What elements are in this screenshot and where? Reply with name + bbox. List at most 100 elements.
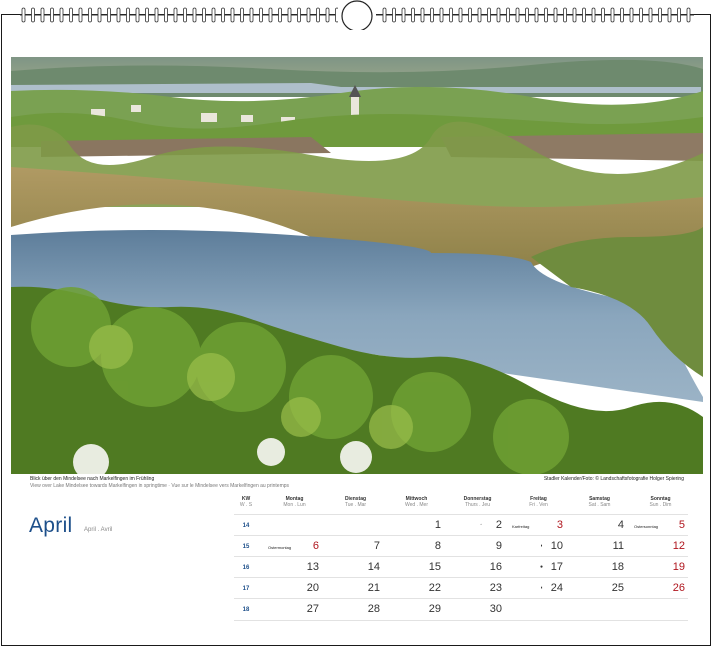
spiral-ring — [686, 7, 691, 23]
spiral-ring — [639, 7, 643, 23]
spiral-ring — [97, 7, 102, 23]
day-number: 7 — [373, 540, 380, 552]
day-cell: 9 — [447, 536, 508, 557]
day-cell: ◗ 10 — [508, 536, 569, 557]
spiral-ring — [202, 7, 206, 23]
week-number: 16 — [242, 565, 250, 571]
spiral-ring — [116, 7, 121, 23]
weekday-header: Donnerstag Thurs . Jeu — [447, 496, 508, 514]
day-cell: 27 — [264, 599, 325, 620]
month-subtitle: April . Avril — [84, 527, 113, 533]
day-cell: Ostersonntag 5 — [630, 515, 691, 536]
day-cell: 22 — [386, 578, 447, 599]
landscape-photo — [11, 57, 703, 474]
day-number: 22 — [428, 582, 441, 594]
spiral-ring — [544, 7, 548, 23]
weekday-abbrev: Wed . Mer — [405, 502, 428, 508]
day-number: 2 — [495, 519, 502, 531]
weekday-abbrev: Fri . Ven — [529, 502, 548, 508]
day-number: 29 — [428, 603, 441, 615]
day-number: 6 — [312, 540, 319, 552]
spiral-ring — [278, 7, 282, 23]
weekday-header: Mittwoch Wed . Mer — [386, 496, 447, 514]
spiral-ring — [240, 7, 244, 23]
spiral-ring — [515, 7, 520, 23]
spiral-ring — [468, 7, 472, 23]
spiral-ring — [211, 7, 216, 23]
holiday-label: Ostermontag — [268, 545, 292, 550]
spiral-ring — [411, 7, 415, 23]
holiday-label: Ostersonntag — [634, 524, 659, 529]
spiral-ring — [506, 7, 510, 23]
day-number: 5 — [678, 519, 685, 531]
spiral-ring — [135, 7, 140, 23]
weekday-abbrev: Mon . Lun — [283, 502, 306, 508]
spiral-ring — [382, 7, 387, 23]
moon-phase-icon: ◦ — [480, 522, 482, 528]
day-cell: 26 — [630, 578, 691, 599]
spiral-ring — [667, 7, 672, 23]
holiday-label: Karfreitag — [512, 524, 530, 529]
spiral-ring — [610, 7, 615, 23]
day-number: 10 — [550, 540, 563, 552]
day-number: 8 — [434, 540, 441, 552]
spiral-ring — [601, 7, 605, 23]
week-row: 14 1 ◦ 2 Karfreitag 3 4 Ostersonntag 5 — [234, 514, 688, 536]
day-cell: 19 — [630, 557, 691, 578]
day-cell — [508, 599, 569, 620]
moon-phase-icon: ◗ — [539, 543, 543, 549]
spiral-ring — [69, 7, 73, 23]
spiral-ring — [126, 7, 130, 23]
week-number: 14 — [242, 523, 250, 529]
spiral-ring — [591, 7, 596, 23]
day-cell: ● 17 — [508, 557, 569, 578]
day-cell: 28 — [325, 599, 386, 620]
day-cell: 23 — [447, 578, 508, 599]
spiral-ring — [620, 7, 624, 23]
spiral-ring — [306, 7, 311, 23]
spiral-ring — [439, 7, 444, 23]
spiral-ring — [477, 7, 482, 23]
spiral-ring — [458, 7, 463, 23]
spiral-ring — [107, 7, 111, 23]
day-number: 21 — [367, 582, 380, 594]
spiral-ring — [88, 7, 92, 23]
day-number: 4 — [617, 519, 624, 531]
day-number: 16 — [489, 561, 502, 573]
weekday-abbrev: Sun . Dim — [649, 502, 672, 508]
day-number: 14 — [367, 561, 380, 573]
spiral-ring — [297, 7, 301, 23]
spiral-ring — [496, 7, 501, 23]
spiral-ring — [392, 7, 396, 23]
weekday-header: Sonntag Sun . Dim — [630, 496, 691, 514]
weekday-header: KW W . S — [234, 496, 258, 514]
spiral-ring — [154, 7, 159, 23]
day-cell: 7 — [325, 536, 386, 557]
photo-caption: Blick über den Mindelsee nach Markelfing… — [30, 476, 410, 490]
spiral-ring — [420, 7, 425, 23]
spiral-ring — [648, 7, 653, 23]
day-cell: 30 — [447, 599, 508, 620]
spiral-ring — [164, 7, 168, 23]
day-number: 27 — [306, 603, 319, 615]
day-cell — [264, 515, 325, 536]
day-cell: Ostermontag 6 — [264, 536, 325, 557]
hanger-hook-icon — [341, 0, 373, 30]
weekday-header: Samstag Sat . Sam — [569, 496, 630, 514]
day-cell — [325, 515, 386, 536]
spiral-ring — [677, 7, 681, 23]
weekday-header: Montag Mon . Lun — [264, 496, 325, 514]
day-number: 28 — [367, 603, 380, 615]
day-cell: Karfreitag 3 — [508, 515, 569, 536]
week-number: 18 — [242, 607, 250, 613]
day-cell: 25 — [569, 578, 630, 599]
day-cell: 11 — [569, 536, 630, 557]
spiral-ring — [249, 7, 254, 23]
day-number: 18 — [611, 561, 624, 573]
photo-credit: Stadler Kalender/Foto: © Landschaftsfoto… — [543, 476, 684, 482]
weekday-abbrev: Sat . Sam — [588, 502, 611, 508]
day-number: 15 — [428, 561, 441, 573]
day-cell: ◦ 2 — [447, 515, 508, 536]
day-cell: 16 — [447, 557, 508, 578]
spiral-ring — [230, 7, 235, 23]
